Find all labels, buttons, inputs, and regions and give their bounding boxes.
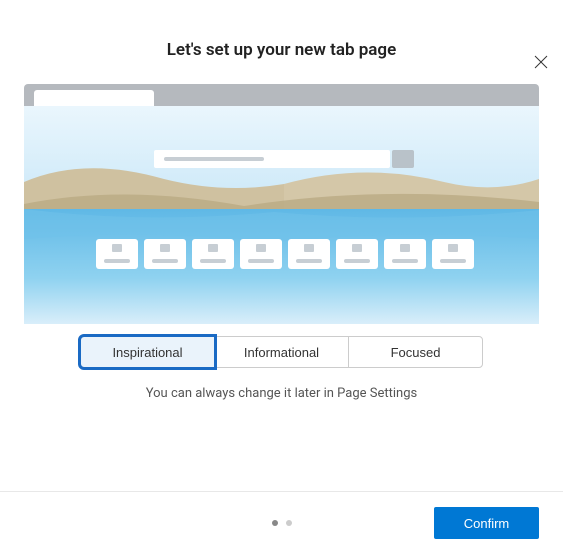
close-button[interactable] xyxy=(533,54,549,70)
layout-preview xyxy=(24,84,539,324)
page-title: Let's set up your new tab page xyxy=(0,40,563,60)
option-focused[interactable]: Focused xyxy=(348,336,483,368)
step-dot-1 xyxy=(272,520,278,526)
close-icon xyxy=(533,54,549,70)
step-dot-2 xyxy=(286,520,292,526)
helper-text: You can always change it later in Page S… xyxy=(0,386,563,401)
footer: Confirm xyxy=(0,491,563,554)
layout-options: Inspirational Informational Focused xyxy=(24,336,539,368)
option-informational[interactable]: Informational xyxy=(214,336,349,368)
option-inspirational[interactable]: Inspirational xyxy=(80,336,215,368)
confirm-button[interactable]: Confirm xyxy=(434,507,539,539)
step-indicator xyxy=(272,520,292,526)
preview-illustration xyxy=(24,84,539,324)
